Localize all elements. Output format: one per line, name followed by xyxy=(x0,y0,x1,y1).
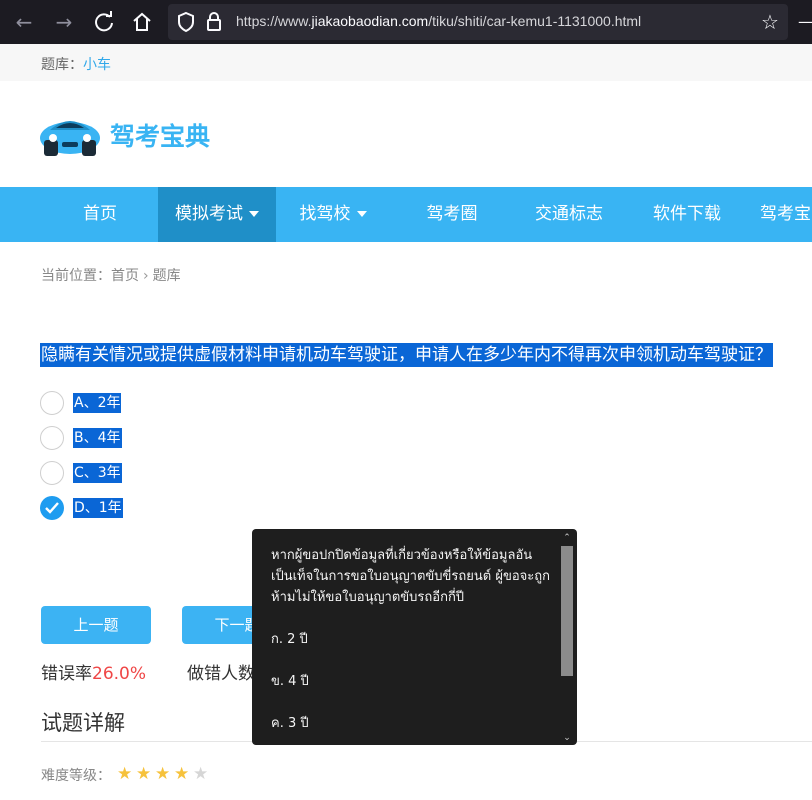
browser-toolbar: ← → https://www.jiakaobaodian.com/tiku/s… xyxy=(0,0,812,44)
option-label: D、1年 xyxy=(73,498,123,518)
nav-find-school[interactable]: 找驾校 xyxy=(288,187,378,242)
breadcrumb-home[interactable]: 首页 xyxy=(111,268,139,284)
forward-icon[interactable]: → xyxy=(50,8,78,36)
wrong-count: 做错人数 xyxy=(187,664,255,684)
option-label: C、3年 xyxy=(73,463,122,483)
radio-button[interactable] xyxy=(40,461,64,485)
small-car-link[interactable]: 小车 xyxy=(83,57,111,73)
nav-download[interactable]: 软件下载 xyxy=(642,187,732,242)
star-icon: ★ xyxy=(117,764,133,784)
star-empty-icon: ★ xyxy=(193,764,209,784)
question-bank-crumb: 题库：小车 xyxy=(41,54,111,74)
nav-jiakaobao-label: 驾考宝 xyxy=(760,204,811,224)
option-label: A、2年 xyxy=(73,393,122,413)
radio-button[interactable] xyxy=(40,391,64,415)
reload-icon[interactable] xyxy=(90,8,118,36)
nav-traffic-signs[interactable]: 交通标志 xyxy=(524,187,614,242)
scroll-up-icon[interactable]: ⌃ xyxy=(561,533,573,543)
question-bank-label: 题库： xyxy=(41,57,83,73)
prev-question-button[interactable]: 上一题 xyxy=(41,606,151,644)
address-bar[interactable]: https://www.jiakaobaodian.com/tiku/shiti… xyxy=(168,4,788,40)
lock-icon[interactable] xyxy=(200,8,228,36)
top-strip: 题库：小车 xyxy=(0,44,812,81)
translation-option: ข. 4 ปี xyxy=(271,674,309,689)
option-label: B、4年 xyxy=(73,428,122,448)
main-nav: 首页 模拟考试 找驾校 驾考圈 交通标志 软件下载 驾考宝 xyxy=(0,187,812,242)
nav-community[interactable]: 驾考圈 xyxy=(410,187,494,242)
nav-find-school-label: 找驾校 xyxy=(299,204,351,224)
nav-home-label: 首页 xyxy=(83,204,117,224)
difficulty-stars: ★ ★ ★ ★ ★ xyxy=(117,764,212,784)
star-icon: ★ xyxy=(136,764,152,784)
nav-community-label: 驾考圈 xyxy=(426,204,478,224)
radio-button-checked[interactable] xyxy=(40,496,64,520)
check-icon xyxy=(45,502,59,514)
back-icon[interactable]: ← xyxy=(10,8,38,36)
star-icon[interactable]: ☆ xyxy=(756,8,784,36)
nav-traffic-signs-label: 交通标志 xyxy=(535,204,603,224)
breadcrumb-current[interactable]: 题库 xyxy=(153,268,181,284)
star-icon: ★ xyxy=(174,764,190,784)
error-rate: 错误率26.0% xyxy=(41,659,146,684)
breadcrumb-label: 当前位置： xyxy=(41,268,111,284)
translation-question: หากผู้ขอปกปิดข้อมูลที่เกี่ยวข้องหรือให้ข… xyxy=(271,548,551,605)
breadcrumb: 当前位置：首页 › 题库 xyxy=(41,265,181,285)
logo-text: 驾考宝典 xyxy=(110,122,210,151)
scroll-down-icon[interactable]: ⌄ xyxy=(561,733,573,743)
nav-mock-exam[interactable]: 模拟考试 xyxy=(158,187,276,242)
home-icon[interactable] xyxy=(128,8,156,36)
site-logo[interactable]: 驾考宝典 xyxy=(40,108,222,160)
explanation-title: 试题详解 xyxy=(41,711,125,735)
url-text: https://www.jiakaobaodian.com/tiku/shiti… xyxy=(236,13,642,29)
translation-text: หากผู้ขอปกปิดข้อมูลที่เกี่ยวข้องหรือให้ข… xyxy=(271,545,551,745)
error-rate-label: 错误率 xyxy=(41,664,92,684)
translation-popup[interactable]: หากผู้ขอปกปิดข้อมูลที่เกี่ยวข้องหรือให้ข… xyxy=(252,529,577,745)
chevron-right-icon: › xyxy=(143,268,149,284)
translation-option: ก. 2 ปี xyxy=(271,632,308,647)
menu-icon[interactable]: — xyxy=(792,8,812,36)
shield-icon[interactable] xyxy=(172,8,200,36)
car-logo-icon: 驾考宝典 xyxy=(40,121,210,156)
star-icon: ★ xyxy=(155,764,171,784)
error-rate-value: 26.0% xyxy=(92,664,147,684)
radio-button[interactable] xyxy=(40,426,64,450)
nav-download-label: 软件下载 xyxy=(653,204,721,224)
translation-option: ค. 3 ปี xyxy=(271,716,309,731)
nav-home[interactable]: 首页 xyxy=(70,187,130,242)
chevron-down-icon xyxy=(356,211,367,217)
nav-jiakaobao[interactable]: 驾考宝 xyxy=(760,187,812,242)
scrollbar-thumb[interactable] xyxy=(561,546,573,676)
chevron-down-icon xyxy=(249,211,259,217)
question-text: 隐瞒有关情况或提供虚假材料申请机动车驾驶证，申请人在多少年内不得再次申领机动车驾… xyxy=(40,343,773,367)
difficulty-label: 难度等级： xyxy=(41,768,111,784)
nav-mock-exam-label: 模拟考试 xyxy=(175,204,243,224)
